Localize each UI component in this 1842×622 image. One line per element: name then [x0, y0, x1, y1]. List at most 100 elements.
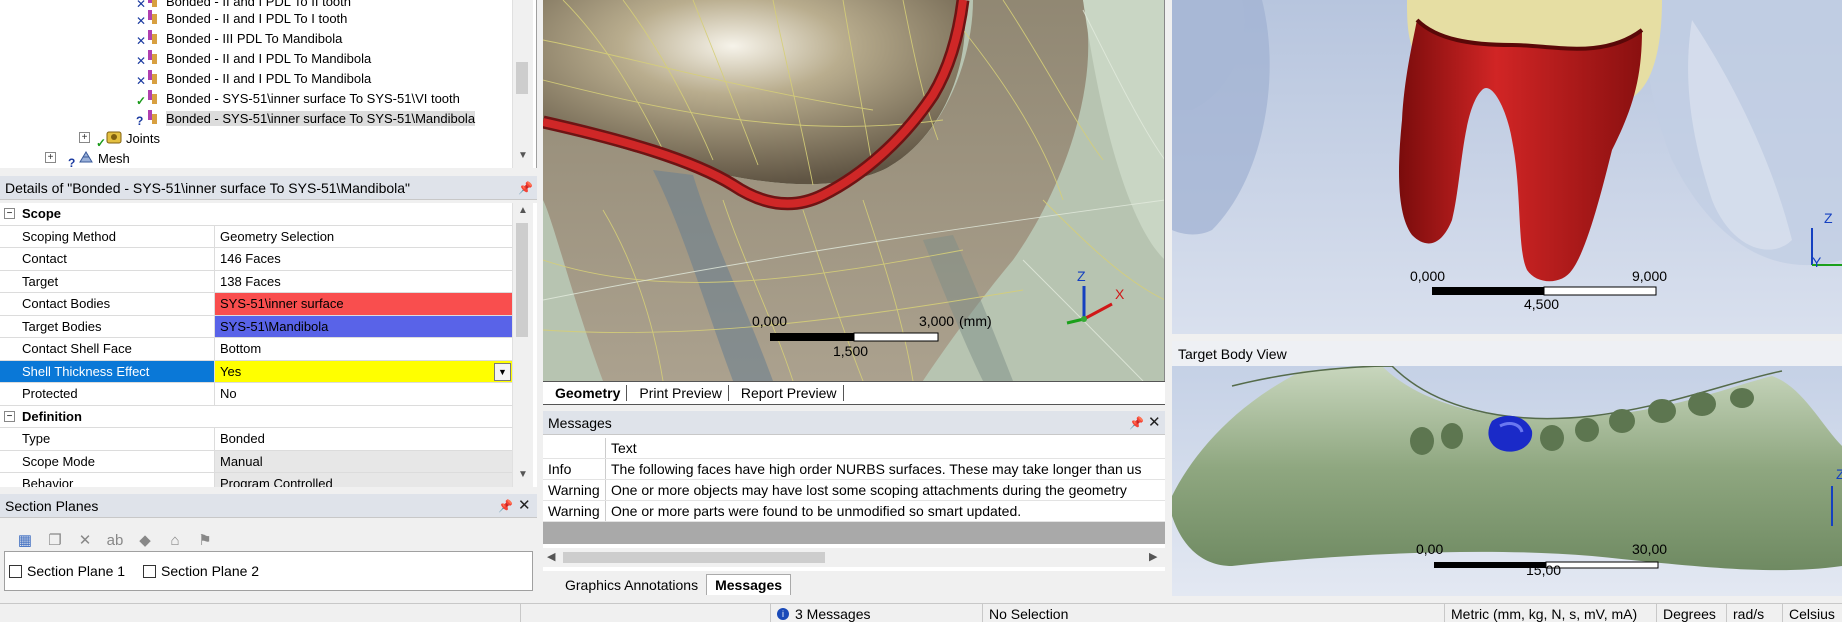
- info-icon: i: [777, 607, 789, 620]
- tab-print-preview[interactable]: Print Preview: [629, 385, 729, 401]
- row-contact[interactable]: Contact 146 Faces: [0, 248, 512, 271]
- target-body-render[interactable]: [1172, 366, 1842, 596]
- row-contact-bodies[interactable]: Contact Bodies SYS-51\inner surface: [0, 293, 512, 316]
- tab-messages[interactable]: Messages: [706, 574, 792, 595]
- details-scrollbar[interactable]: ▲ ▼: [512, 203, 533, 487]
- scale-label-mid: 4,500: [1524, 296, 1560, 312]
- tree-scroll-thumb[interactable]: [516, 62, 528, 94]
- show-mesh-icon[interactable]: ⚑: [194, 530, 216, 550]
- geometry-viewport[interactable]: 0,000 3,000 (mm) 1,500 Z X: [543, 0, 1165, 381]
- section-planes-panel: Section Planes 📌 ✕ ▦ ❐ ✕ ab ◆ ⌂ ⚑ Sectio…: [0, 494, 537, 596]
- dropdown-arrow-icon[interactable]: ▼: [494, 362, 511, 381]
- contact-question-icon: ?: [136, 109, 162, 127]
- delete-icon[interactable]: ✕: [74, 530, 96, 550]
- pin-icon[interactable]: 📌: [1129, 416, 1144, 430]
- section-planes-list: Section Plane 1 Section Plane 2: [4, 551, 533, 591]
- message-row[interactable]: Warning One or more objects may have los…: [543, 480, 1165, 501]
- contact-x-icon: ✕: [136, 9, 162, 27]
- outline-tree: ✕ Bonded - II and I PDL To II tooth ✕ Bo…: [0, 0, 537, 168]
- scroll-down-icon[interactable]: ▼: [514, 150, 532, 166]
- target-body-view[interactable]: 0,00 30,00 15,00 Z: [1172, 366, 1842, 596]
- tree-scrollbar[interactable]: ▼: [512, 0, 533, 168]
- show-plane-icon[interactable]: ◆: [134, 530, 156, 550]
- tab-graphics-annotations[interactable]: Graphics Annotations: [557, 575, 706, 595]
- messages-title: Messages: [548, 414, 612, 431]
- messages-hscrollbar[interactable]: ◀ ▶: [543, 548, 1165, 567]
- scale-label-right: 3,000: [919, 313, 955, 329]
- scale-label-left: 0,000: [752, 313, 788, 329]
- tree-item-contact[interactable]: ✓ Bonded - SYS-51\inner surface To SYS-5…: [136, 88, 460, 108]
- row-scoping-method[interactable]: Scoping Method Geometry Selection: [0, 225, 512, 248]
- section-plane-2-checkbox[interactable]: Section Plane 2: [143, 563, 259, 579]
- status-angular-velocity-units[interactable]: rad/s: [1726, 604, 1782, 622]
- mesh-icon: ?: [68, 149, 94, 168]
- message-row[interactable]: Warning One or more parts were found to …: [543, 501, 1165, 522]
- scroll-right-icon[interactable]: ▶: [1149, 550, 1157, 563]
- tree-item-contact-selected[interactable]: ? Bonded - SYS-51\inner surface To SYS-5…: [136, 108, 476, 128]
- status-temperature-units[interactable]: Celsius: [1782, 604, 1842, 622]
- row-scope-mode[interactable]: Scope Mode Manual: [0, 450, 512, 473]
- scroll-up-icon[interactable]: ▲: [514, 205, 532, 221]
- details-title-bar: Details of "Bonded - SYS-51\inner surfac…: [0, 176, 537, 200]
- section-plane-1-checkbox[interactable]: Section Plane 1: [9, 563, 125, 579]
- show-caps-icon[interactable]: ⌂: [164, 530, 186, 550]
- row-target[interactable]: Target 138 Faces: [0, 270, 512, 293]
- group-definition[interactable]: − Definition: [0, 405, 512, 428]
- row-type[interactable]: Type Bonded: [0, 428, 512, 451]
- hscroll-thumb[interactable]: [563, 552, 825, 563]
- row-behavior[interactable]: Behavior Program Controlled: [0, 473, 512, 487]
- scroll-down-icon[interactable]: ▼: [514, 469, 532, 485]
- axis-z-label: Z: [1824, 210, 1833, 226]
- messages-panel: Messages 📌 ✕ Text Info The following fac…: [543, 411, 1165, 571]
- tree-item-joints[interactable]: ✓ Joints: [96, 128, 160, 150]
- tree-item-contact[interactable]: ✕ Bonded - III PDL To Mandibola: [136, 28, 342, 48]
- status-angle-units[interactable]: Degrees: [1656, 604, 1726, 622]
- close-icon[interactable]: ✕: [1148, 413, 1161, 431]
- status-selection: No Selection: [982, 604, 1444, 622]
- row-target-bodies[interactable]: Target Bodies SYS-51\Mandibola: [0, 315, 512, 338]
- edit-section-icon[interactable]: ❐: [44, 530, 66, 550]
- row-protected[interactable]: Protected No: [0, 383, 512, 406]
- message-row[interactable]: Info The following faces have high order…: [543, 459, 1165, 480]
- scale-label-mid: 15,00: [1526, 562, 1562, 578]
- tree-item-contact[interactable]: ✕ Bonded - II and I PDL To Mandibola: [136, 68, 371, 88]
- row-shell-thickness-effect[interactable]: Shell Thickness Effect Yes ▼: [0, 360, 512, 383]
- joints-icon: ✓: [96, 129, 122, 149]
- rename-icon[interactable]: ab: [104, 530, 126, 550]
- details-panel: − Scope Scoping Method Geometry Selectio…: [0, 203, 537, 487]
- shell-thickness-select[interactable]: Yes ▼: [215, 360, 512, 382]
- checkbox[interactable]: [143, 564, 156, 578]
- scale-label-left: 0,000: [1410, 268, 1446, 284]
- expand-joints-icon[interactable]: +: [79, 132, 90, 143]
- collapse-definition-icon[interactable]: −: [4, 410, 15, 422]
- tab-report-preview[interactable]: Report Preview: [731, 385, 844, 401]
- tree-item-contact[interactable]: ✕ Bonded - II and I PDL To Mandibola: [136, 48, 371, 68]
- group-scope[interactable]: − Scope: [0, 203, 512, 226]
- status-units[interactable]: Metric (mm, kg, N, s, mV, mA): [1444, 604, 1656, 622]
- pin-icon[interactable]: 📌: [498, 499, 513, 513]
- scale-label-left: 0,00: [1416, 541, 1444, 557]
- column-header-text[interactable]: Text: [606, 438, 1165, 458]
- row-contact-shell-face[interactable]: Contact Shell Face Bottom: [0, 338, 512, 361]
- tab-geometry[interactable]: Geometry: [545, 385, 628, 401]
- contact-body-render[interactable]: [1172, 0, 1842, 334]
- contact-check-icon: ✓: [136, 89, 162, 107]
- contact-body-view[interactable]: 0,000 9,000 4,500 Z Y: [1172, 0, 1842, 334]
- scroll-left-icon[interactable]: ◀: [547, 550, 555, 563]
- section-planes-title: Section Planes: [5, 497, 99, 514]
- close-icon[interactable]: ✕: [518, 496, 531, 514]
- messages-header: Text: [543, 438, 1165, 459]
- scale-label-right: 30,00: [1632, 541, 1668, 557]
- expand-mesh-icon[interactable]: +: [45, 152, 56, 163]
- target-body-view-title: Target Body View: [1172, 341, 1842, 366]
- status-messages[interactable]: i 3 Messages: [770, 604, 982, 622]
- collapse-scope-icon[interactable]: −: [4, 208, 15, 219]
- tree-item-contact[interactable]: ✕ Bonded - II and I PDL To I tooth: [136, 8, 347, 28]
- new-section-plane-icon[interactable]: ▦: [14, 530, 36, 550]
- tree-item-mesh[interactable]: ? Mesh: [68, 148, 130, 169]
- axis-triad: Z X: [1059, 268, 1129, 328]
- messages-title-bar: Messages: [543, 411, 1165, 435]
- checkbox[interactable]: [9, 564, 22, 578]
- details-scroll-thumb[interactable]: [516, 223, 528, 337]
- pin-icon[interactable]: 📌: [518, 181, 533, 195]
